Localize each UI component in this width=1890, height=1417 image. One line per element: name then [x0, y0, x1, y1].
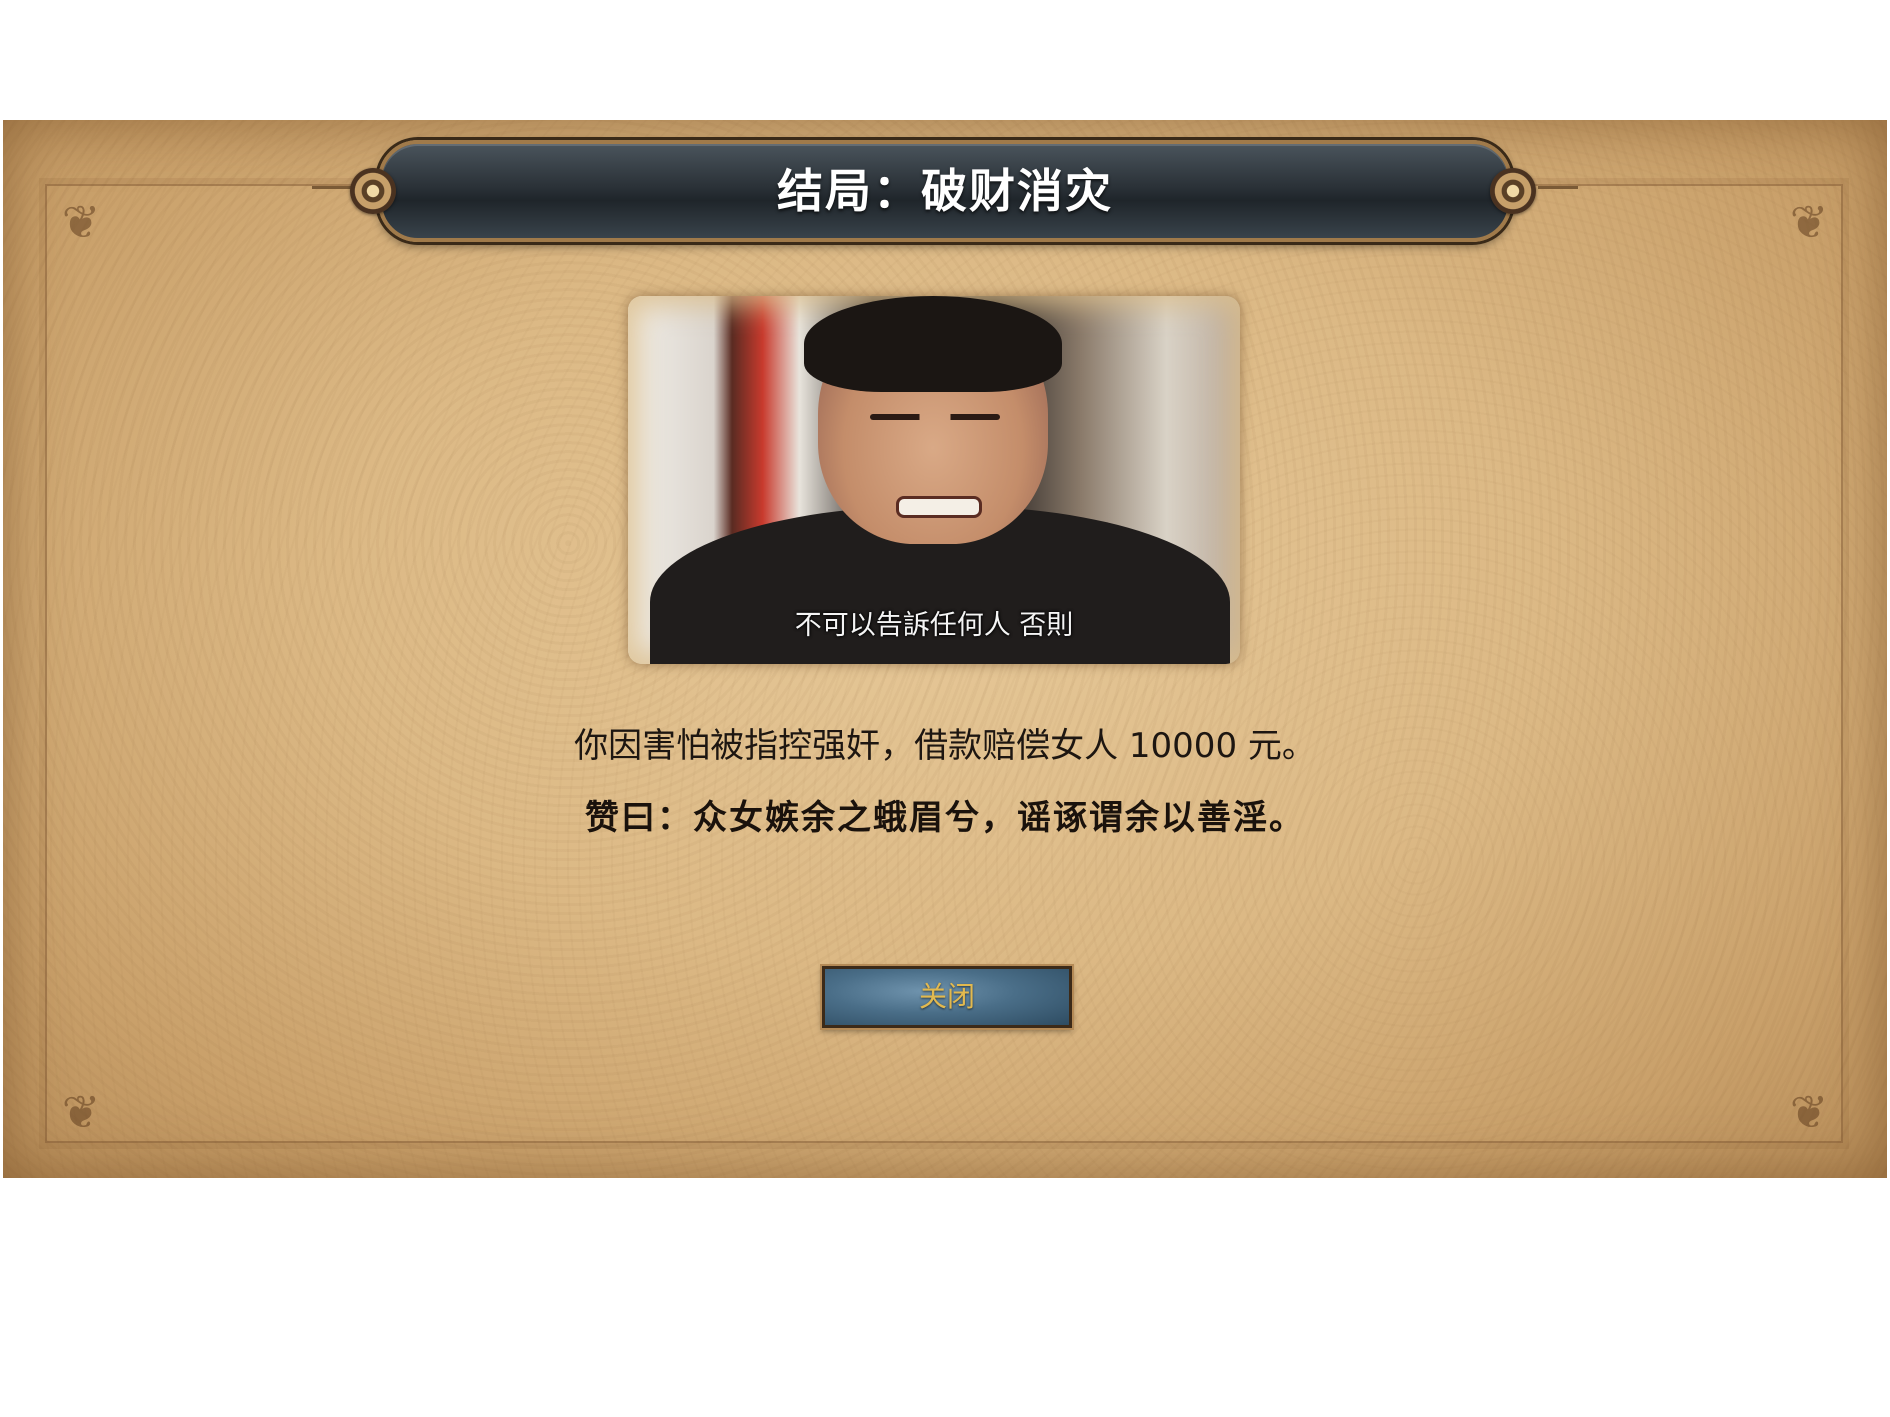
corner-ornament-icon: ❦ — [1789, 195, 1829, 249]
banner-tail-left — [312, 186, 352, 189]
close-button[interactable]: 关闭 — [822, 966, 1072, 1028]
ending-description: 你因害怕被指控强奸，借款赔偿女人 10000 元。 — [574, 726, 1316, 766]
ending-verse: 赞曰：众女嫉余之蛾眉兮，谣诼谓余以善淫。 — [585, 798, 1305, 838]
dialog-title: 结局：破财消灾 — [777, 164, 1113, 218]
photo-person-mouth — [896, 496, 982, 518]
photo-scene: 不可以告訴任何人 否則 — [628, 296, 1240, 664]
banner-tail-right — [1538, 186, 1578, 189]
corner-ornament-icon: ❦ — [61, 1085, 101, 1139]
photo-person-hair — [804, 296, 1062, 392]
ending-photo: 不可以告訴任何人 否則 — [622, 290, 1246, 670]
photo-caption: 不可以告訴任何人 否則 — [794, 610, 1074, 641]
close-button-label: 关闭 — [918, 980, 975, 1013]
corner-ornament-icon: ❦ — [1789, 1085, 1829, 1139]
corner-ornament-icon: ❦ — [61, 195, 101, 249]
photo-person-eyes — [870, 414, 1000, 420]
